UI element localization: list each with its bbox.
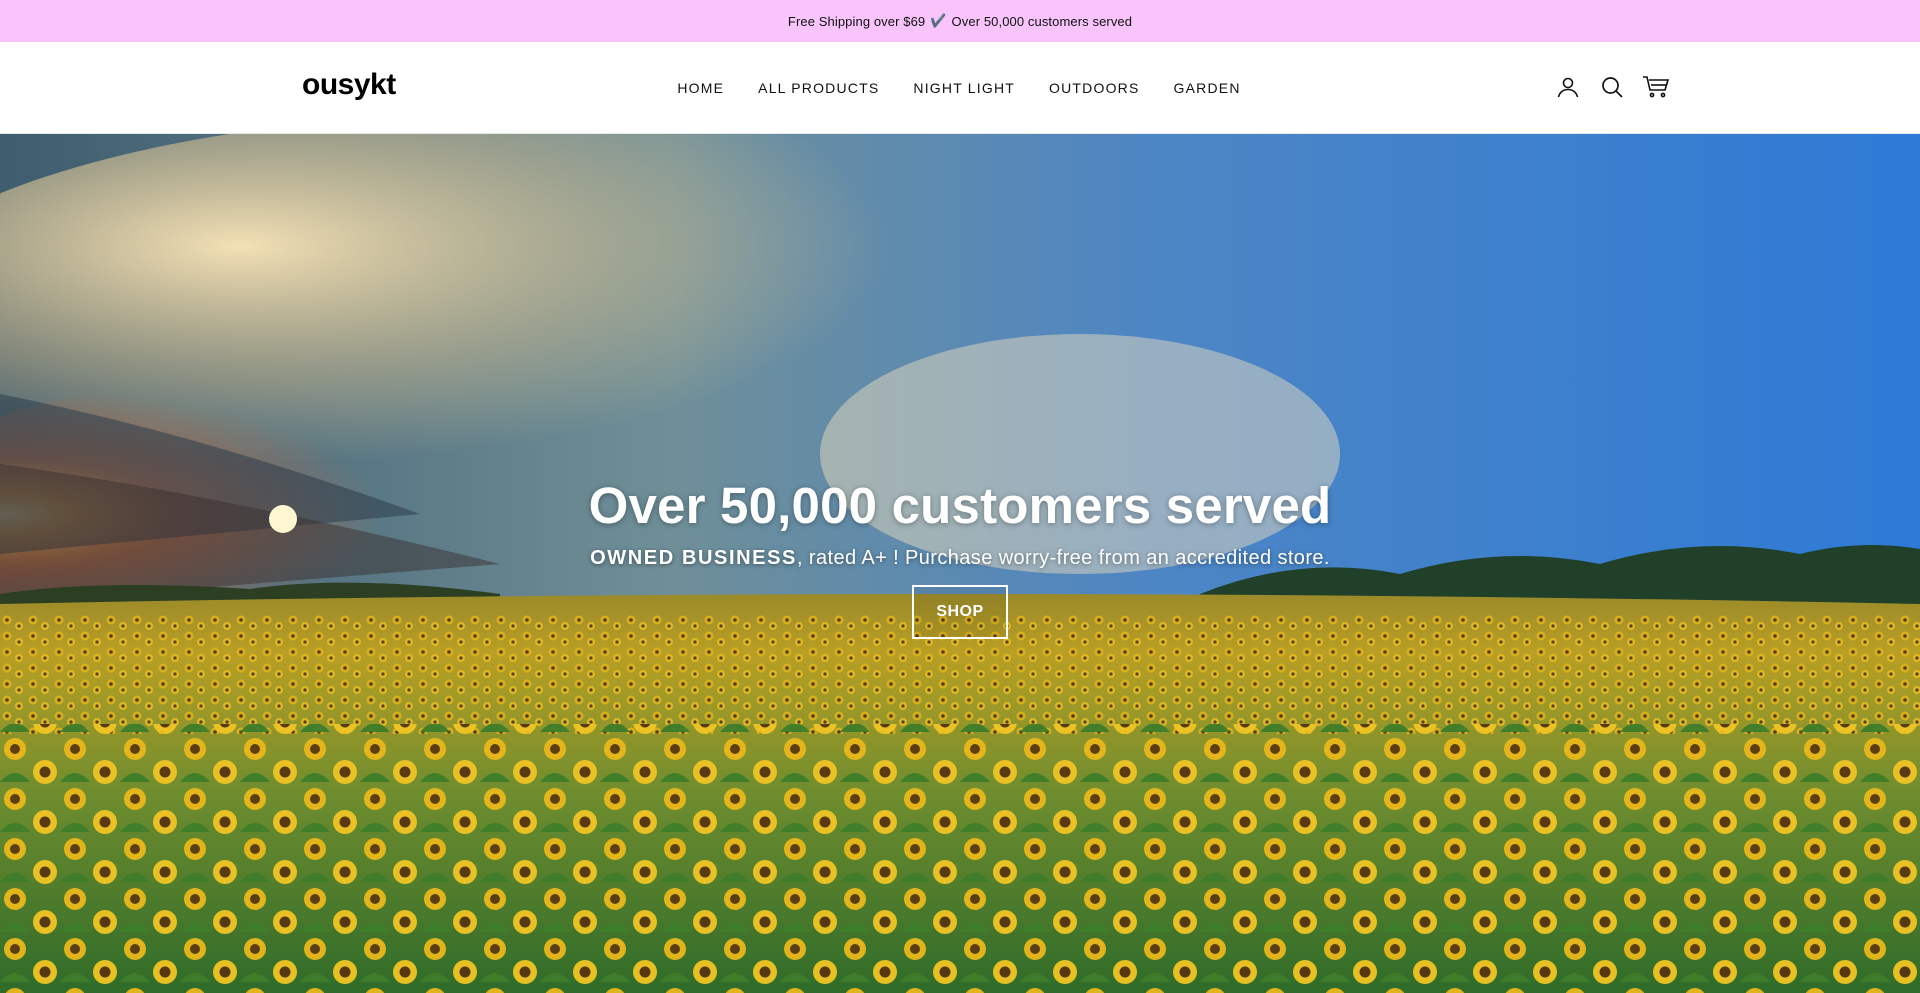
announcement-bar: Free Shipping over $69 ✔️ Over 50,000 cu… — [0, 0, 1920, 42]
check-icon: ✔️ — [930, 13, 947, 28]
site-logo[interactable]: ousykt — [302, 68, 396, 102]
hero-subtitle-strong: OWNED BUSINESS — [590, 547, 797, 569]
nav-item-outdoors[interactable]: OUTDOORS — [1032, 80, 1157, 96]
hero-content: Over 50,000 customers served OWNED BUSIN… — [0, 476, 1920, 639]
nav-item-home[interactable]: HOME — [660, 80, 741, 96]
cart-icon[interactable] — [1642, 73, 1670, 101]
header-icons — [1554, 73, 1670, 101]
nav-item-garden[interactable]: GARDEN — [1157, 80, 1258, 96]
hero-subtitle: OWNED BUSINESS, rated A+ ! Purchase worr… — [0, 547, 1920, 570]
hero-subtitle-rest: , rated A+ ! Purchase worry-free from an… — [797, 547, 1330, 569]
announcement-customers-text: Over 50,000 customers served — [951, 13, 1133, 29]
site-header: ousykt HOME ALL PRODUCTS NIGHT LIGHT OUT… — [0, 42, 1920, 134]
search-icon[interactable] — [1598, 73, 1626, 101]
shop-button[interactable]: SHOP — [912, 585, 1008, 639]
hero-banner: Over 50,000 customers served OWNED BUSIN… — [0, 134, 1920, 993]
account-icon[interactable] — [1554, 73, 1582, 101]
nav-item-night-light[interactable]: NIGHT LIGHT — [896, 80, 1032, 96]
nav-item-all-products[interactable]: ALL PRODUCTS — [741, 80, 896, 96]
announcement-shipping-text: Free Shipping over $69 — [787, 13, 926, 29]
hero-title: Over 50,000 customers served — [588, 477, 1332, 534]
